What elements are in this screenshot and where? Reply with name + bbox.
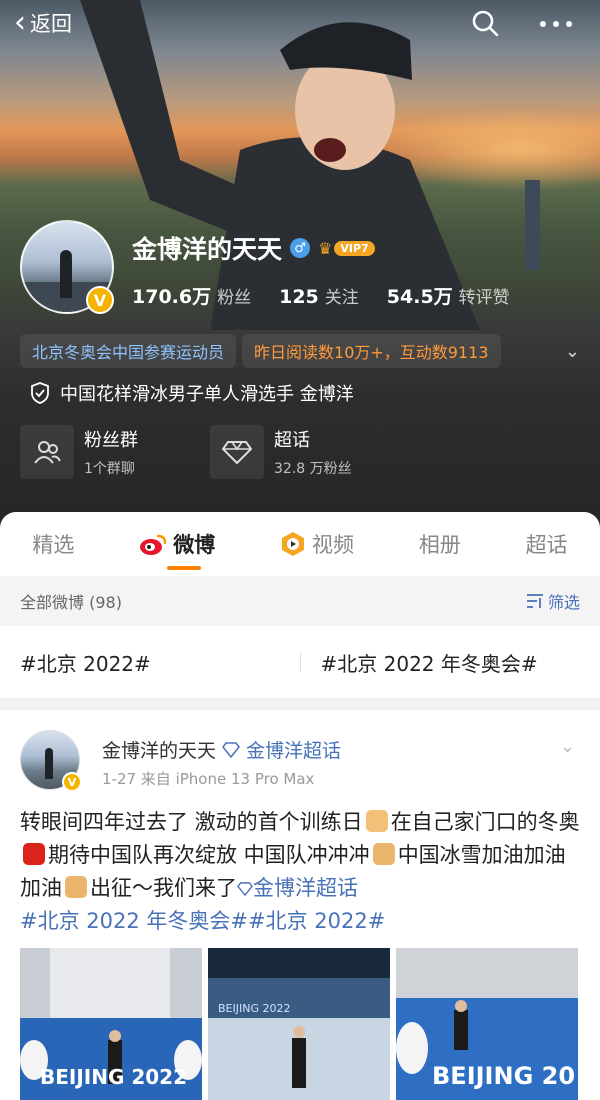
filter-bar: 全部微博 (98) 筛选	[0, 576, 600, 626]
reading-stats-tag[interactable]: 昨日阅读数10万+，互动数9113	[242, 334, 501, 368]
stat-number: 170.6万	[132, 286, 212, 308]
filter-label: 筛选	[547, 593, 580, 612]
group-title: 粉丝群	[84, 430, 138, 451]
post-text-segment: 转眼间四年过去了 激动的首个训练日	[20, 810, 363, 834]
topic-beijing-2022[interactable]: #北京 2022#	[0, 648, 300, 677]
topic-beijing-2022-olympics[interactable]: #北京 2022 年冬奥会#	[301, 648, 600, 677]
more-dot-icon	[566, 21, 572, 27]
tab-featured[interactable]: 精选	[32, 512, 74, 576]
post-text: 转眼间四年过去了 激动的首个训练日 在自己家门口的冬奥期待中国队再次绽放 中国队冲…	[20, 806, 580, 938]
profile-cover: ‹ 返回 V 金博洋的天天 ♂ ♛ VIP7 170.6万 粉丝 125 关注 …	[0, 0, 600, 530]
tab-label: 精选	[32, 533, 75, 557]
verification-row: 中国花样滑冰男子单人滑选手 金博洋	[30, 380, 354, 406]
stat-label: 粉丝	[217, 288, 252, 308]
image-caption: BEIJING 20	[432, 1062, 575, 1090]
image-caption: BEIJING 2022	[218, 1002, 290, 1015]
tab-video[interactable]: 视频	[280, 512, 354, 576]
post-text-segment: 在自己家门口的冬奥	[390, 810, 580, 834]
stat-label: 关注	[324, 288, 359, 308]
post-super-topic-link[interactable]: 金博洋超话	[246, 736, 341, 763]
pinned-topics: #北京 2022# #北京 2022 年冬奥会#	[0, 626, 600, 698]
weibo-icon	[140, 534, 167, 555]
all-posts-count: 全部微博 (98)	[20, 593, 122, 612]
post-images: BEIJING 2022 BEIJING 2022 BEIJING 20	[20, 948, 578, 1100]
post-image[interactable]: BEIJING 20	[396, 948, 578, 1100]
cover-photo	[80, 0, 540, 330]
post-card[interactable]: V 金博洋的天天 金博洋超话 1-27 来自 iPhone 13 Pro Max…	[0, 710, 600, 1100]
profile-name-row: 金博洋的天天 ♂ ♛ VIP7	[132, 230, 375, 266]
group-row: 粉丝群 1个群聊 超话 32.8 万粉丝	[20, 425, 380, 479]
group-title: 超话	[274, 430, 310, 451]
profile-stats: 170.6万 粉丝 125 关注 54.5万 转评赞	[132, 282, 510, 309]
video-icon	[281, 532, 304, 556]
more-button[interactable]	[536, 8, 576, 40]
tab-active-indicator	[167, 566, 202, 570]
tab-weibo[interactable]: 微博	[139, 512, 215, 576]
post-meta: 1-27 来自 iPhone 13 Pro Max	[102, 770, 315, 788]
search-icon	[472, 10, 499, 37]
verification-text: 中国花样滑冰男子单人滑选手 金博洋	[60, 384, 354, 405]
thumbs-up-emoji-icon	[365, 810, 388, 832]
chevron-left-icon: ‹	[14, 5, 26, 40]
section-divider	[0, 698, 600, 710]
back-button[interactable]: ‹ 返回	[14, 8, 72, 38]
post-image[interactable]: BEIJING 2022	[208, 948, 390, 1100]
more-dot-icon	[540, 21, 546, 27]
group-subtitle: 32.8 万粉丝	[274, 461, 352, 477]
back-label: 返回	[30, 12, 72, 36]
stat-label: 转评赞	[458, 288, 510, 308]
muscle-emoji-icon	[65, 876, 87, 898]
diamond-icon	[222, 741, 240, 758]
chevron-down-icon[interactable]: ⌄	[560, 736, 575, 757]
post-image[interactable]: BEIJING 2022	[20, 948, 202, 1100]
male-icon: ♂	[290, 238, 311, 258]
profile-tabs: 精选 微博 视频 相册 超话	[0, 512, 600, 576]
tab-super-topic[interactable]: 超话	[526, 512, 568, 576]
super-topic-card[interactable]: 超话 32.8 万粉丝	[210, 425, 380, 479]
group-subtitle: 1个群聊	[84, 461, 135, 477]
image-caption: BEIJING 2022	[40, 1065, 187, 1089]
filter-button[interactable]: 筛选	[526, 589, 580, 613]
crown-icon: ♛	[318, 238, 333, 258]
profile-tags: 北京冬奥会中国参赛运动员 昨日阅读数10万+，互动数9113 ⌄	[20, 334, 580, 368]
stat-number: 125	[279, 286, 319, 308]
tab-album[interactable]: 相册	[419, 512, 461, 576]
post-author[interactable]: 金博洋的天天	[102, 736, 216, 763]
people-icon	[20, 425, 74, 479]
tab-label: 视频	[311, 533, 354, 557]
chevron-down-icon[interactable]: ⌄	[565, 341, 580, 362]
tab-label: 相册	[418, 533, 461, 557]
tab-label: 超话	[525, 533, 568, 557]
tab-label: 微博	[173, 533, 216, 557]
search-button[interactable]	[470, 8, 502, 40]
more-dot-icon	[553, 21, 559, 27]
diamond-icon	[237, 882, 253, 897]
stat-following[interactable]: 125 关注	[279, 283, 359, 308]
post-text-segment: 期待中国队再次绽放 中国队冲冲冲	[48, 843, 370, 867]
post-text-segment: 出征～我们来了	[90, 876, 237, 900]
fan-group-card[interactable]: 粉丝群 1个群聊	[20, 425, 190, 479]
filter-icon	[526, 594, 543, 608]
verified-badge: V	[62, 772, 82, 792]
olympic-athlete-tag[interactable]: 北京冬奥会中国参赛运动员	[20, 334, 237, 368]
diamond-icon	[210, 425, 264, 479]
profile-name: 金博洋的天天	[132, 235, 283, 264]
vip-badge[interactable]: ♛ VIP7	[318, 239, 375, 258]
vip-level: VIP7	[334, 240, 375, 256]
super-topic-inline-link[interactable]: 金博洋超话	[237, 876, 358, 900]
stat-number: 54.5万	[386, 286, 453, 308]
verified-badge: V	[86, 286, 114, 314]
stat-interactions[interactable]: 54.5万 转评赞	[387, 282, 510, 309]
shield-icon	[31, 382, 49, 404]
china-flag-emoji-icon	[23, 843, 45, 865]
muscle-emoji-icon	[372, 843, 395, 865]
hashtag-links[interactable]: #北京 2022 年冬奥会##北京 2022#	[20, 909, 385, 933]
link-text: 金博洋超话	[253, 876, 358, 900]
post-header: 金博洋的天天 金博洋超话	[102, 736, 341, 763]
stat-followers[interactable]: 170.6万 粉丝	[132, 282, 251, 309]
